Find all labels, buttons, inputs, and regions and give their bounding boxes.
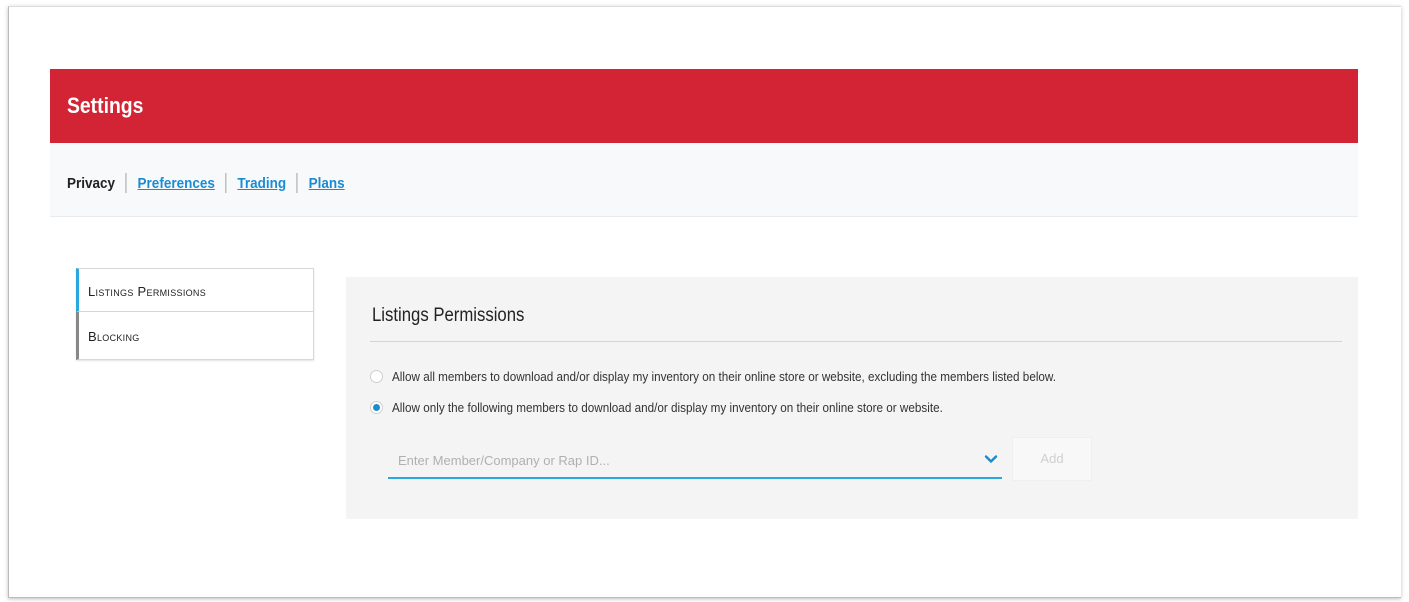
settings-nav: Privacy Preferences Trading Plans xyxy=(50,143,1358,217)
member-search-combobox[interactable] xyxy=(388,443,1002,479)
tab-trading[interactable]: Trading xyxy=(237,175,286,192)
nav-divider xyxy=(125,173,127,193)
radio-allow-only[interactable] xyxy=(370,401,383,414)
listings-permissions-panel: Listings Permissions Allow all members t… xyxy=(346,277,1358,519)
add-member-button[interactable]: Add xyxy=(1012,437,1092,481)
page-title: Settings xyxy=(67,93,144,118)
option-allow-only[interactable]: Allow only the following members to down… xyxy=(370,400,1004,415)
tab-plans[interactable]: Plans xyxy=(309,175,345,192)
sidebar-item-blocking[interactable]: Blocking xyxy=(76,312,314,360)
panel-title: Listings Permissions xyxy=(372,305,525,326)
tab-preferences[interactable]: Preferences xyxy=(138,175,215,192)
option-allow-only-label: Allow only the following members to down… xyxy=(392,400,943,415)
sidebar-item-listings-permissions[interactable]: Listings Permissions xyxy=(76,268,314,312)
chevron-down-icon[interactable] xyxy=(984,452,998,466)
nav-divider xyxy=(296,173,298,193)
privacy-sidebar: Listings Permissions Blocking xyxy=(76,268,314,360)
member-search-input[interactable] xyxy=(388,443,970,477)
radio-allow-all[interactable] xyxy=(370,370,383,383)
panel-divider xyxy=(370,341,1342,342)
option-allow-all-label: Allow all members to download and/or dis… xyxy=(392,369,1056,384)
nav-divider xyxy=(225,173,227,193)
option-allow-all[interactable]: Allow all members to download and/or dis… xyxy=(370,369,1130,384)
settings-header: Settings xyxy=(50,69,1358,143)
tab-privacy[interactable]: Privacy xyxy=(67,175,115,192)
